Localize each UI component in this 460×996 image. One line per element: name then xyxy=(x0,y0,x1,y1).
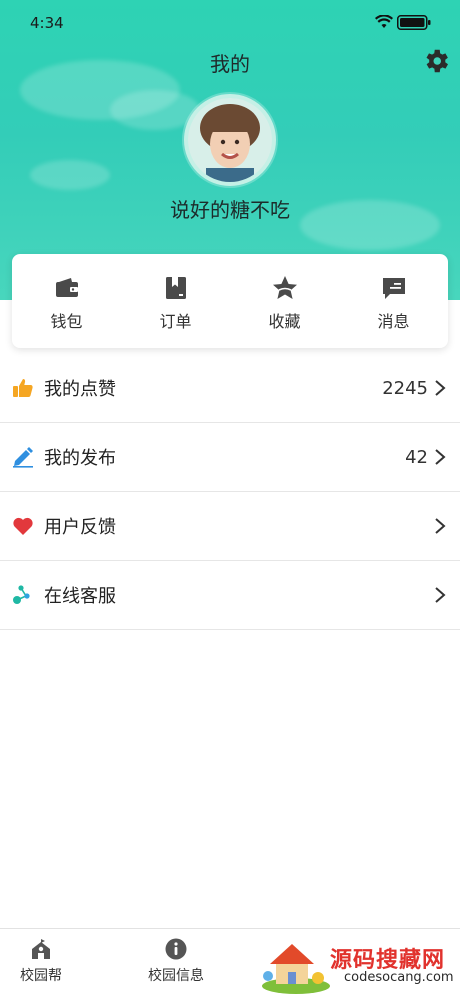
quick-actions-card: 钱包 订单 收藏 消息 xyxy=(12,254,448,348)
menu-item-label: 在线客服 xyxy=(44,586,116,607)
order-icon xyxy=(165,277,186,299)
status-time: 4:34 xyxy=(30,14,64,32)
avatar[interactable] xyxy=(184,94,276,186)
chevron-right-icon xyxy=(435,518,446,534)
menu-item-label: 我的点赞 xyxy=(44,379,116,400)
chevron-right-icon xyxy=(435,587,446,603)
menu-item-label: 用户反馈 xyxy=(44,517,116,538)
message-icon xyxy=(382,278,405,299)
quick-action-label: 订单 xyxy=(159,312,192,331)
settings-gear-icon[interactable] xyxy=(421,46,451,76)
quick-action-order[interactable]: 订单 xyxy=(121,254,230,348)
share-nodes-icon xyxy=(13,585,30,604)
heart-icon xyxy=(13,517,33,535)
quick-action-label: 钱包 xyxy=(50,312,83,331)
quick-action-favorites[interactable]: 收藏 xyxy=(230,254,339,348)
wallet-icon xyxy=(55,278,78,297)
chevron-right-icon xyxy=(435,380,446,396)
quick-action-messages[interactable]: 消息 xyxy=(339,254,448,348)
avatar-image xyxy=(188,98,272,182)
info-icon xyxy=(165,938,187,960)
quick-action-wallet[interactable]: 钱包 xyxy=(12,254,121,348)
star-icon xyxy=(272,276,297,299)
likes-count: 2245 xyxy=(382,377,428,399)
tab-campus-help[interactable]: 校园帮 xyxy=(20,937,62,985)
tab-campus-info[interactable]: 校园信息 xyxy=(148,937,204,985)
quick-action-label: 消息 xyxy=(377,312,410,331)
wifi-icon xyxy=(375,15,393,28)
menu-item-feedback[interactable]: 用户反馈 xyxy=(0,492,460,561)
quick-action-label: 收藏 xyxy=(268,312,301,331)
school-icon xyxy=(32,939,50,959)
pencil-icon xyxy=(13,447,33,468)
battery-icon xyxy=(397,15,431,30)
menu-item-likes[interactable]: 我的点赞 2245 xyxy=(0,354,460,423)
status-bar: 4:34 xyxy=(0,0,460,44)
menu-item-label: 我的发布 xyxy=(44,448,116,469)
tab-label: 校园信息 xyxy=(148,968,204,984)
thumbs-up-icon xyxy=(13,379,33,397)
menu-item-posts[interactable]: 我的发布 42 xyxy=(0,423,460,492)
menu-item-customer-service[interactable]: 在线客服 xyxy=(0,561,460,630)
posts-count: 42 xyxy=(405,446,428,468)
username: 说好的糖不吃 xyxy=(170,198,290,222)
watermark-url: codesocang.com xyxy=(344,970,454,985)
tab-label: 校园帮 xyxy=(20,968,62,984)
menu-list: 我的点赞 2245 我的发布 42 用户反馈 在线客服 xyxy=(0,354,460,630)
chevron-right-icon xyxy=(435,449,446,465)
page-title: 我的 xyxy=(210,52,250,76)
